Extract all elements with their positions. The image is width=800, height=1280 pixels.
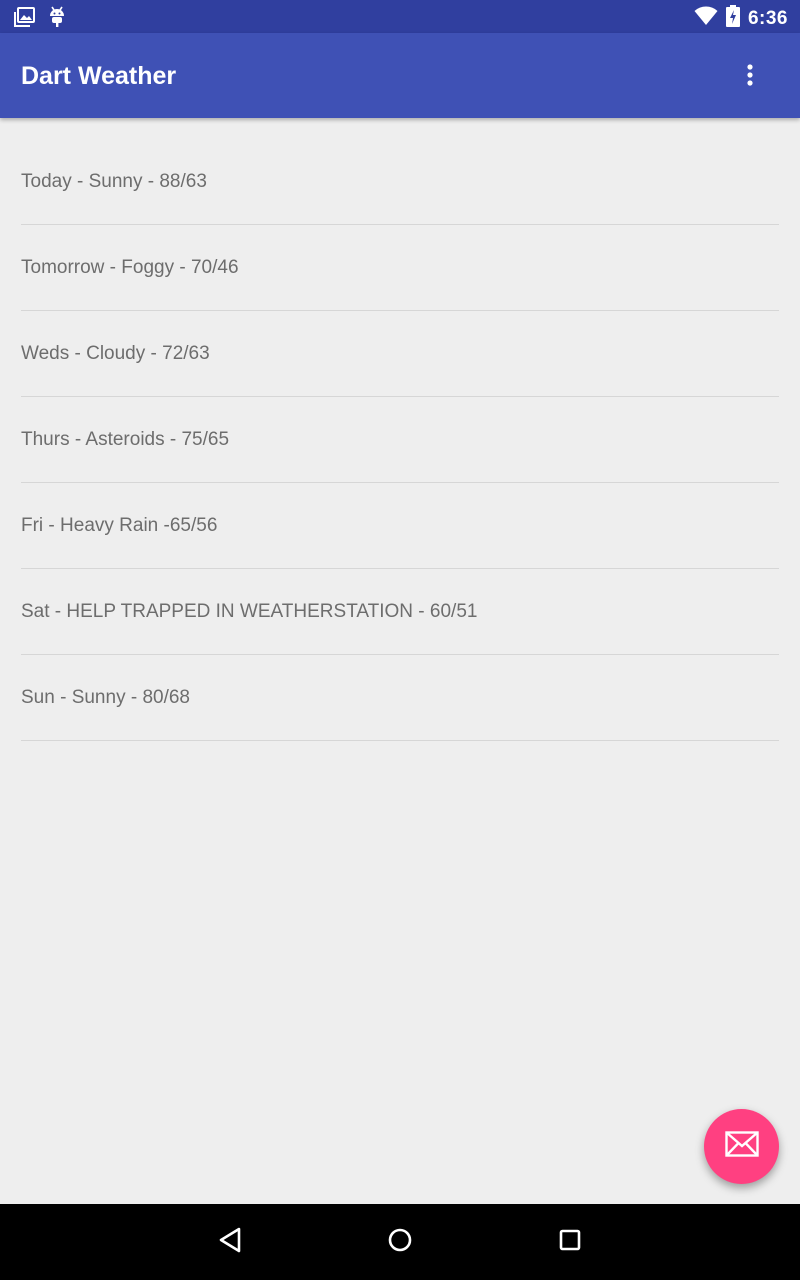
forecast-row-thurs[interactable]: Thurs - Asteroids - 75/65 — [21, 397, 779, 483]
screen: 6:36 Dart Weather Today - Sunny - 88/63 … — [0, 0, 800, 1280]
forecast-row-today[interactable]: Today - Sunny - 88/63 — [21, 139, 779, 225]
nav-home-button[interactable] — [380, 1222, 420, 1262]
more-vert-icon — [746, 63, 754, 92]
photo-notification-icon — [13, 7, 35, 32]
forecast-row-tomorrow[interactable]: Tomorrow - Foggy - 70/46 — [21, 225, 779, 311]
forecast-text: Today - Sunny - 88/63 — [21, 171, 207, 192]
home-icon — [387, 1227, 413, 1258]
content-area: Today - Sunny - 88/63 Tomorrow - Foggy -… — [0, 118, 800, 1204]
battery-charging-icon — [725, 5, 740, 32]
forecast-text: Sat - HELP TRAPPED IN WEATHERSTATION - 6… — [21, 601, 478, 622]
nav-back-button[interactable] — [210, 1222, 250, 1262]
forecast-text: Weds - Cloudy - 72/63 — [21, 343, 210, 364]
wifi-icon — [694, 6, 718, 31]
overflow-menu-button[interactable] — [730, 63, 770, 91]
status-time: 6:36 — [747, 7, 788, 29]
forecast-row-fri[interactable]: Fri - Heavy Rain -65/56 — [21, 483, 779, 569]
status-system-icons: 6:36 — [694, 5, 788, 32]
forecast-text: Tomorrow - Foggy - 70/46 — [21, 257, 239, 278]
status-bar: 6:36 — [0, 0, 800, 33]
app-bar: Dart Weather — [0, 33, 800, 118]
nav-recents-button[interactable] — [550, 1222, 590, 1262]
forecast-text: Fri - Heavy Rain -65/56 — [21, 515, 218, 536]
status-notification-icons — [13, 6, 79, 33]
forecast-row-weds[interactable]: Weds - Cloudy - 72/63 — [21, 311, 779, 397]
forecast-text: Thurs - Asteroids - 75/65 — [21, 429, 230, 450]
email-icon — [724, 1131, 759, 1162]
app-title: Dart Weather — [21, 62, 177, 90]
forecast-text: Sun - Sunny - 80/68 — [21, 687, 190, 708]
android-debug-icon — [49, 6, 65, 33]
recents-icon — [558, 1228, 582, 1257]
forecast-list: Today - Sunny - 88/63 Tomorrow - Foggy -… — [0, 139, 800, 741]
navigation-bar — [0, 1204, 800, 1280]
forecast-row-sun[interactable]: Sun - Sunny - 80/68 — [21, 655, 779, 741]
forecast-row-sat[interactable]: Sat - HELP TRAPPED IN WEATHERSTATION - 6… — [21, 569, 779, 655]
email-fab-button[interactable] — [704, 1109, 779, 1184]
back-icon — [217, 1226, 243, 1259]
